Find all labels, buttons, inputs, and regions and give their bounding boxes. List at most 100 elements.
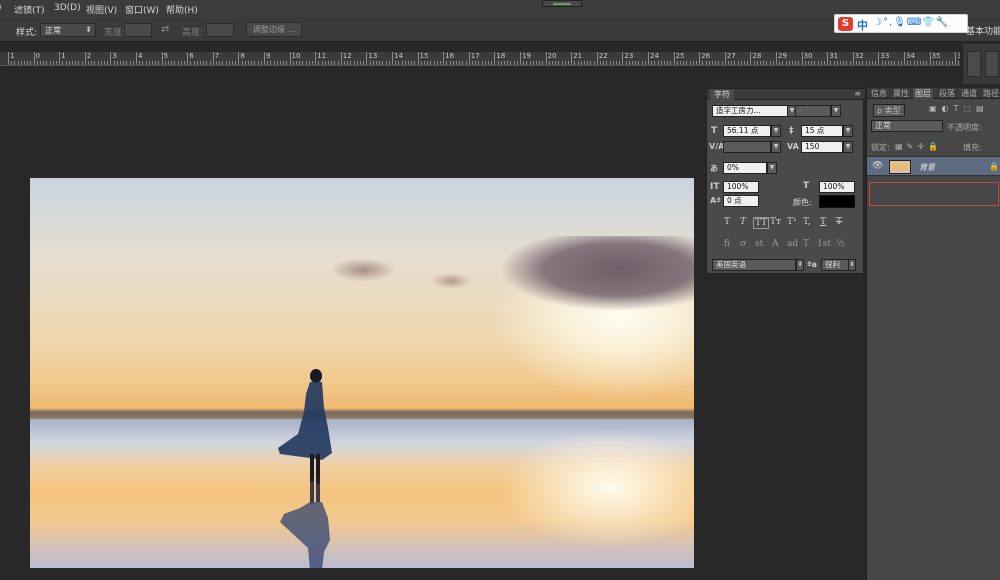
horizontal-scale-field[interactable]: 100% [819,181,855,193]
all-caps-button[interactable]: TT [753,217,770,229]
ruler-minor-tick [334,61,336,65]
cloud [502,236,694,310]
swap-icon[interactable]: ⇄ [161,24,169,35]
ime-tool-icons[interactable]: ☽°,🎙⌨👕🔧 [873,17,949,28]
blend-mode-select[interactable]: 正常 [871,120,943,132]
ruler-minor-tick [702,61,704,65]
language-select[interactable]: 美国英语 [712,259,796,271]
baseline-shift-icon: Aª [710,196,721,205]
lock-icons[interactable]: ▦✎✛🔒 [895,142,942,151]
tab-paragraph[interactable]: 段落 [939,88,955,99]
ruler-minor-tick [769,61,771,65]
chevron-down-icon[interactable]: ⬍ [796,259,804,271]
color-swatch[interactable] [819,195,855,208]
ruler-minor-tick [276,61,278,65]
tab-channels[interactable]: 通道 [961,88,977,99]
tab-paths[interactable]: 路径 [983,88,999,99]
ruler-minor-tick [808,61,809,65]
ruler-minor-tick [824,61,825,65]
ruler-minor-tick [68,61,70,65]
tracking-field[interactable]: 150 [801,141,843,153]
chevron-down-icon[interactable]: ⬍ [848,259,856,271]
stylistic-button[interactable]: st [755,239,763,249]
dock-panel-button[interactable] [967,51,981,77]
workspace-label[interactable]: 基本功能 [966,24,1000,37]
small-caps-button[interactable]: Tт [770,217,781,227]
antialias-select[interactable]: 锐利 [821,259,849,271]
tab-layers[interactable]: 图层 [913,88,933,99]
faux-italic-button[interactable]: T [740,217,746,227]
chevron-down-icon[interactable]: ▼ [843,141,853,153]
character-panel: 字符 ≡ 造字工房力... ▼ - ▼ T 56.11 点 ▼ ‡ 15 点 ▼… [706,88,865,274]
sogou-logo-icon[interactable]: S [838,17,853,31]
woman-reflection [280,478,330,568]
chevron-down-icon[interactable]: ▼ [771,125,781,137]
alt-ligature-button[interactable]: ơ [740,239,745,249]
chevron-down-icon[interactable]: ▼ [843,125,853,137]
menu-item-filter[interactable]: 滤镜(T) [14,3,45,16]
font-style-field[interactable]: - [795,105,831,117]
ruler-minor-tick [382,61,384,65]
menu-item-3d[interactable]: 3D(D) [54,3,81,13]
font-size-field[interactable]: 56.11 点 [723,125,771,137]
tab-properties[interactable]: 属性 [893,88,909,99]
superscript-button[interactable]: T¹ [787,217,797,227]
ruler-minor-tick [894,61,896,65]
layer-row[interactable]: 👁 背景 🔒 [867,156,1000,176]
ruler-minor-tick [216,61,217,65]
ordinal-button[interactable]: ad [787,239,798,249]
ruler-minor-tick [270,61,272,65]
ime-language-toggle[interactable]: 中 [857,17,868,33]
width-label: 宽度: [104,28,126,38]
swash-button[interactable]: A [772,239,779,249]
ruler-minor-tick [833,61,835,65]
leading-field[interactable]: 15 点 [801,125,843,137]
layer-filter-icons[interactable]: ▣◐T⬚▤ [929,104,989,113]
menu-item-window[interactable]: 窗口(W) [125,3,159,16]
style-select[interactable]: 正常 [40,23,96,37]
ligature-button[interactable]: fi [724,239,730,249]
menu-item-help[interactable]: 帮助(H) [166,3,198,16]
ruler-minor-tick [299,61,301,65]
ordinals-button[interactable]: 1st [817,239,831,249]
layer-filter-select[interactable]: ρ 类型 [873,104,905,117]
ruler-minor-tick [158,61,160,65]
horizontal-ruler[interactable]: 1 0 1 2 3 4 5 6 7 8 9 10 11 12 13 14 15 16 17 18 19 20 21 22 23 2… [0,52,960,66]
dock-panel-button[interactable] [985,51,999,77]
underline-button[interactable]: T [820,217,826,227]
ruler-major-tick [494,52,496,65]
panel-menu-icon[interactable]: ≡ [854,89,861,98]
ruler-label: 36 [957,52,960,60]
fractions-button[interactable]: ½ [836,239,845,249]
tsume-field[interactable]: 0% [723,162,767,174]
layer-name: 背景 [919,163,935,172]
subscript-button[interactable]: T, [803,217,811,227]
width-field[interactable] [124,23,152,37]
tab-info[interactable]: 信息 [871,88,887,99]
document-canvas[interactable] [30,178,694,568]
chevron-down-icon[interactable]: ▼ [771,141,781,153]
baseline-shift-field[interactable]: 0 点 [723,195,759,207]
chevron-down-icon[interactable]: ▼ [767,162,777,174]
kerning-field[interactable] [723,141,771,153]
ruler-minor-tick [36,61,38,65]
ruler-minor-tick [232,61,233,65]
ruler-minor-tick [526,61,528,65]
ruler-minor-tick [206,61,208,65]
ruler-major-tick [571,52,573,65]
eye-icon[interactable]: 👁 [872,161,883,171]
height-field[interactable] [206,23,234,37]
ruler-minor-tick [788,61,790,65]
tab-character[interactable]: 字符 [710,89,734,100]
ruler-major-tick [417,52,419,65]
refine-edge-button[interactable]: 调整边缘 ... [246,22,302,37]
ruler-minor-tick [260,61,262,65]
titling-button[interactable]: T [803,239,809,249]
faux-bold-button[interactable]: T [724,217,730,227]
chevron-down-icon[interactable]: ▼ [831,105,841,117]
workspace-switcher[interactable] [542,0,582,7]
vertical-scale-field[interactable]: 100% [723,181,759,193]
strikethrough-button[interactable]: T [836,217,842,227]
font-family-field[interactable]: 造字工房力... [712,105,788,117]
menu-item-view[interactable]: 视图(V) [86,3,117,16]
